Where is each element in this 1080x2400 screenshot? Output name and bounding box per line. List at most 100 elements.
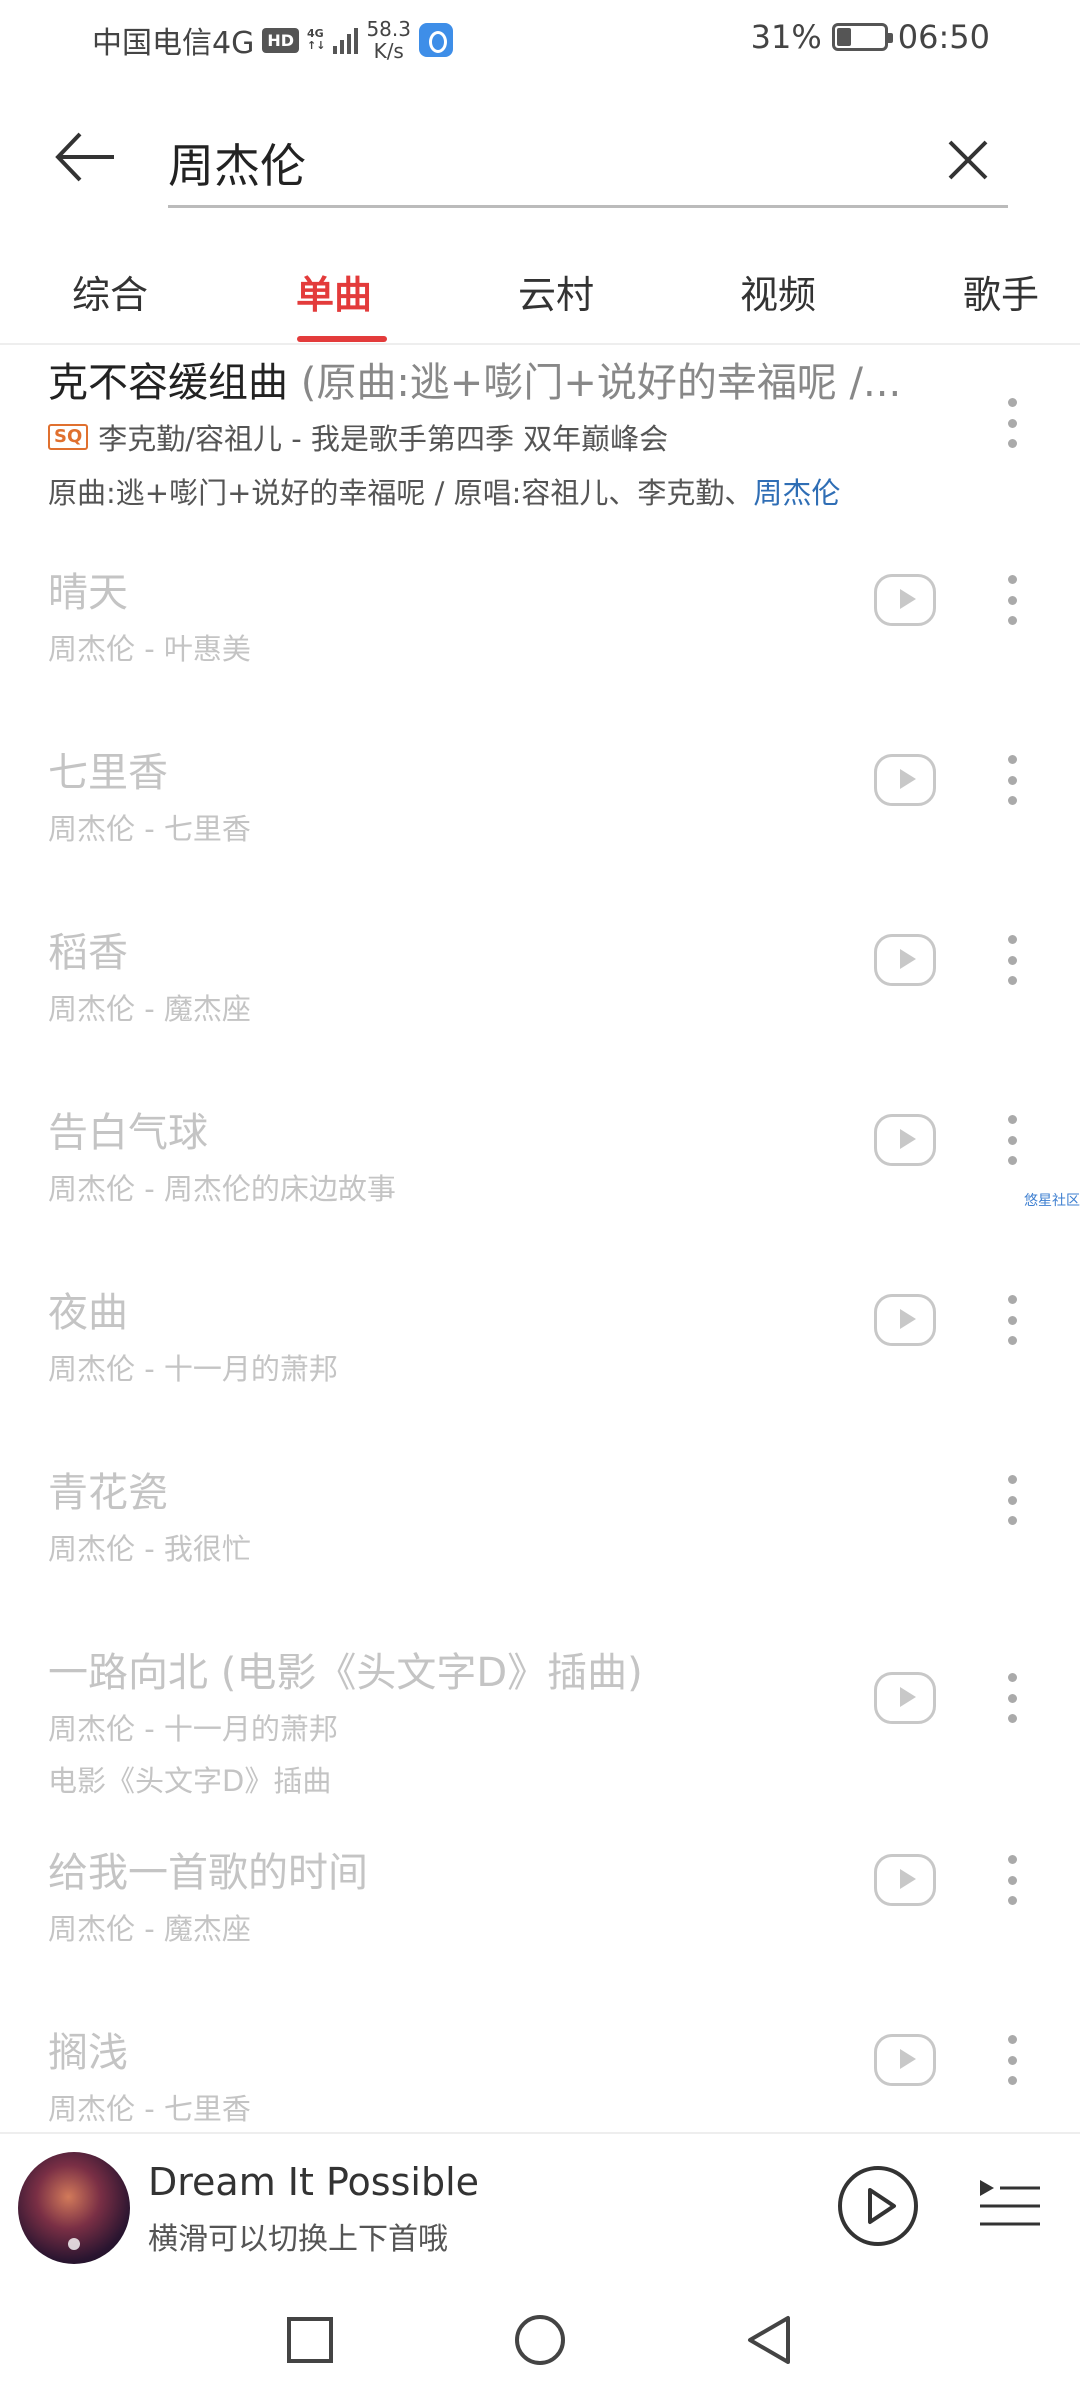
more-vertical-icon[interactable] bbox=[1004, 755, 1020, 805]
status-right: 31% 06:50 bbox=[751, 18, 990, 56]
song-artist-album: 周杰伦 - 我很忙 bbox=[48, 1532, 251, 1566]
origin-highlight: 周杰伦 bbox=[753, 476, 841, 510]
song-title: 晴天 bbox=[48, 570, 128, 616]
album-cover[interactable] bbox=[18, 2152, 130, 2264]
active-tab-indicator bbox=[297, 336, 387, 342]
song-title-suffix: (原曲:逃+嘭门+说好的幸福呢 /... bbox=[300, 360, 902, 406]
song-title: 克不容缓组曲 (原曲:逃+嘭门+说好的幸福呢 /... bbox=[48, 350, 968, 408]
more-vertical-icon[interactable] bbox=[1004, 2035, 1020, 2085]
list-item[interactable]: 一路向北 (电影《头文字D》插曲) 周杰伦 - 十一月的萧邦 电影《头文字D》插曲 bbox=[0, 1618, 1080, 1818]
playlist-icon bbox=[980, 2180, 1040, 2226]
play-video-icon[interactable] bbox=[874, 1854, 936, 1906]
search-query-text: 周杰伦 bbox=[168, 139, 306, 193]
song-title: 一路向北 (电影《头文字D》插曲) bbox=[48, 1650, 643, 1696]
song-title: 青花瓷 bbox=[48, 1470, 168, 1516]
more-vertical-icon[interactable] bbox=[1004, 1295, 1020, 1345]
circle-icon bbox=[515, 2315, 565, 2365]
song-artist-album: 周杰伦 - 周杰伦的床边故事 bbox=[48, 1172, 396, 1206]
tab-community[interactable]: 云村 bbox=[518, 264, 594, 319]
more-vertical-icon[interactable] bbox=[1004, 575, 1020, 625]
song-artist-album: 李克勤/容祖儿 - 我是歌手第四季 双年巅峰会 bbox=[98, 422, 669, 456]
back-button[interactable] bbox=[50, 122, 120, 192]
network-speed: 58.3 K/s bbox=[366, 18, 411, 62]
song-title-main: 克不容缓组曲 bbox=[48, 360, 288, 406]
song-description: 电影《头文字D》插曲 bbox=[48, 1764, 332, 1798]
side-community-tag[interactable]: 悠星社区 bbox=[1024, 1190, 1080, 1210]
more-vertical-icon[interactable] bbox=[1004, 1855, 1020, 1905]
search-header: 周杰伦 bbox=[0, 100, 1080, 220]
song-meta: SQ 李克勤/容祖儿 - 我是歌手第四季 双年巅峰会 bbox=[48, 416, 668, 458]
song-list[interactable]: 克不容缓组曲 (原曲:逃+嘭门+说好的幸福呢 /... SQ 李克勤/容祖儿 -… bbox=[0, 348, 1080, 2130]
system-back-button[interactable] bbox=[740, 2310, 800, 2370]
song-artist-album: 周杰伦 - 魔杰座 bbox=[48, 992, 251, 1026]
clock: 06:50 bbox=[897, 18, 990, 56]
song-title: 稻香 bbox=[48, 930, 128, 976]
signal-bars-icon bbox=[333, 26, 359, 54]
list-item[interactable]: 给我一首歌的时间周杰伦 - 魔杰座 bbox=[0, 1818, 1080, 1998]
song-artist-album: 周杰伦 - 七里香 bbox=[48, 812, 251, 846]
list-item[interactable]: 夜曲周杰伦 - 十一月的萧邦 bbox=[0, 1258, 1080, 1438]
player-play-button[interactable] bbox=[838, 2166, 918, 2246]
battery-icon bbox=[831, 23, 893, 51]
status-left: 中国电信4G HD 4G ↑↓ 58.3 K/s bbox=[92, 18, 453, 62]
origin-text: 原曲:逃+嘭门+说好的幸福呢 / 原唱:容祖儿、李克勤、 bbox=[48, 476, 754, 510]
square-icon bbox=[287, 2317, 333, 2363]
hd-badge: HD bbox=[262, 27, 300, 53]
song-artist-album: 周杰伦 - 叶惠美 bbox=[48, 632, 251, 666]
play-video-icon[interactable] bbox=[874, 754, 936, 806]
song-artist-album: 周杰伦 - 十一月的萧邦 bbox=[48, 1712, 338, 1746]
clear-search-button[interactable] bbox=[938, 130, 998, 190]
system-nav-bar bbox=[0, 2280, 1080, 2400]
play-video-icon[interactable] bbox=[874, 1114, 936, 1166]
more-vertical-icon[interactable] bbox=[1004, 1115, 1020, 1165]
list-item[interactable]: 晴天周杰伦 - 叶惠美 bbox=[0, 538, 1080, 718]
play-video-icon[interactable] bbox=[874, 2034, 936, 2086]
play-video-icon[interactable] bbox=[874, 934, 936, 986]
search-input[interactable]: 周杰伦 bbox=[168, 118, 1008, 208]
song-title: 搁浅 bbox=[48, 2030, 128, 2076]
recent-apps-button[interactable] bbox=[280, 2310, 340, 2370]
player-song-title: Dream It Possible bbox=[148, 2160, 480, 2204]
playlist-button[interactable] bbox=[978, 2174, 1042, 2234]
status-bar: 中国电信4G HD 4G ↑↓ 58.3 K/s 31% 06:50 bbox=[0, 0, 1080, 80]
song-title: 告白气球 bbox=[48, 1110, 208, 1156]
arrow-left-icon bbox=[55, 132, 114, 182]
list-item[interactable]: 克不容缓组曲 (原曲:逃+嘭门+说好的幸福呢 /... SQ 李克勤/容祖儿 -… bbox=[0, 348, 1080, 538]
speed-unit: K/s bbox=[373, 39, 404, 63]
mini-player[interactable]: Dream It Possible 横滑可以切换上下首哦 bbox=[0, 2132, 1080, 2280]
more-vertical-icon[interactable] bbox=[1004, 1475, 1020, 1525]
tab-videos[interactable]: 视频 bbox=[740, 264, 816, 319]
play-video-icon[interactable] bbox=[874, 1672, 936, 1724]
home-button[interactable] bbox=[510, 2310, 570, 2370]
list-item[interactable]: 稻香周杰伦 - 魔杰座 bbox=[0, 898, 1080, 1078]
more-vertical-icon[interactable] bbox=[1004, 1673, 1020, 1723]
triangle-back-icon bbox=[748, 2316, 790, 2364]
network-type-icon: 4G ↑↓ bbox=[307, 28, 325, 52]
list-item[interactable]: 七里香 周杰伦 - 七里香 bbox=[0, 718, 1080, 898]
tab-songs[interactable]: 单曲 bbox=[296, 264, 372, 319]
list-item[interactable]: 搁浅周杰伦 - 七里香 bbox=[0, 1998, 1080, 2130]
tab-artists[interactable]: 歌手 bbox=[963, 264, 1039, 319]
more-vertical-icon bbox=[1007, 398, 1017, 407]
list-item[interactable]: 告白气球周杰伦 - 周杰伦的床边故事 bbox=[0, 1078, 1080, 1258]
song-artist-album: 周杰伦 - 十一月的萧邦 bbox=[48, 1352, 338, 1386]
song-artist-album: 周杰伦 - 魔杰座 bbox=[48, 1912, 251, 1946]
hotspot-icon bbox=[418, 23, 453, 57]
song-title: 给我一首歌的时间 bbox=[48, 1850, 368, 1896]
carrier-name: 中国电信4G bbox=[92, 26, 255, 61]
close-icon bbox=[948, 140, 988, 180]
song-artist-album: 周杰伦 - 七里香 bbox=[48, 2092, 251, 2126]
more-options-button[interactable] bbox=[1004, 398, 1020, 448]
tab-comprehensive[interactable]: 综合 bbox=[72, 264, 148, 319]
speed-value: 58.3 bbox=[366, 17, 411, 41]
more-vertical-icon[interactable] bbox=[1004, 935, 1020, 985]
play-video-icon[interactable] bbox=[874, 574, 936, 626]
list-item[interactable]: 青花瓷周杰伦 - 我很忙 bbox=[0, 1438, 1080, 1618]
play-video-icon[interactable] bbox=[874, 1294, 936, 1346]
result-tabs: 综合 单曲 云村 视频 歌手 bbox=[0, 240, 1080, 345]
play-icon bbox=[868, 2188, 896, 2224]
player-hint: 横滑可以切换上下首哦 bbox=[148, 2222, 448, 2257]
song-origin: 原曲:逃+嘭门+说好的幸福呢 / 原唱:容祖儿、李克勤、周杰伦 bbox=[48, 470, 840, 512]
battery-percent: 31% bbox=[750, 18, 822, 56]
song-title: 夜曲 bbox=[48, 1290, 128, 1336]
